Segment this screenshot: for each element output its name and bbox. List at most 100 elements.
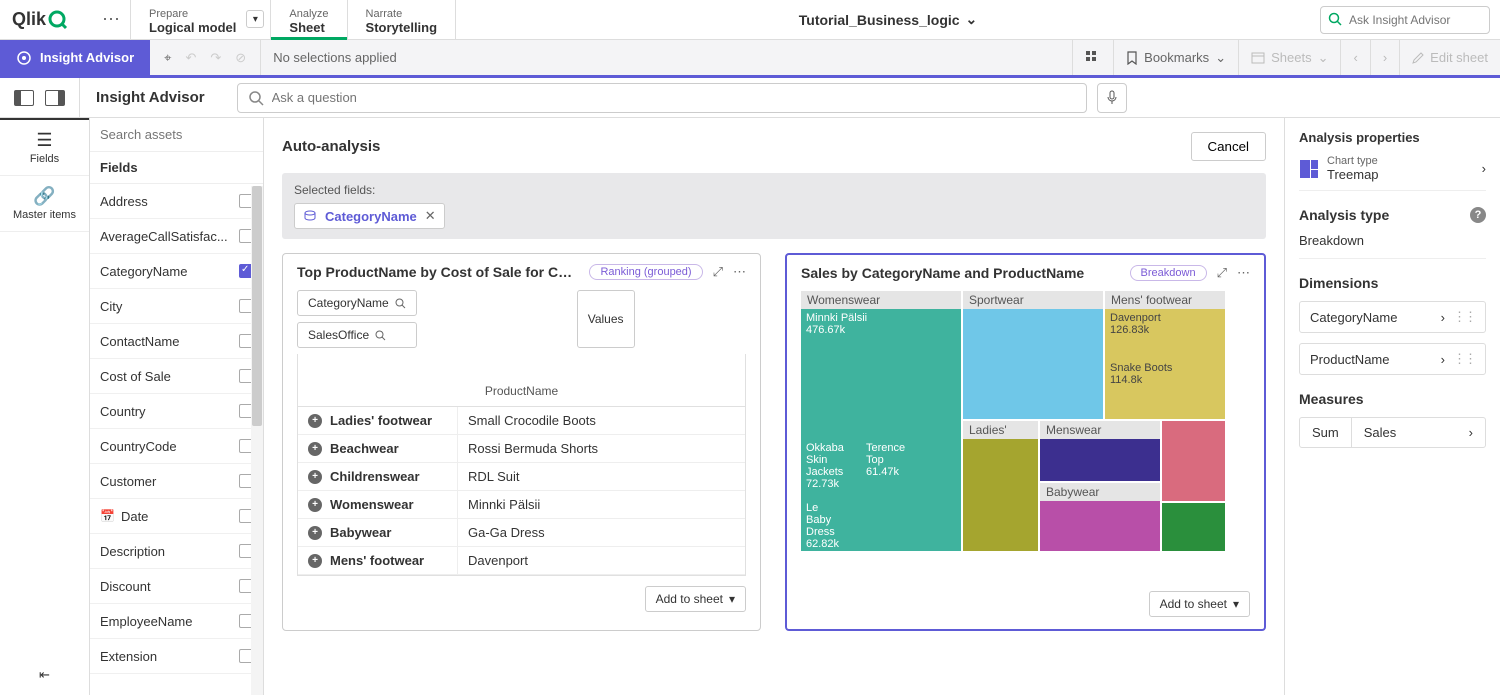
question-input[interactable] [272, 90, 1076, 105]
asset-row[interactable]: Country [90, 394, 263, 429]
step-forward-icon[interactable]: ↷ [210, 50, 221, 66]
expand-row-icon[interactable]: + [308, 442, 322, 456]
asset-row[interactable]: CountryCode [90, 429, 263, 464]
analysis-card-ranking: Top ProductName by Cost of Sale for Cate… [282, 253, 761, 631]
clear-selections-icon[interactable]: ⊘ [235, 50, 246, 66]
asset-row[interactable]: ContactName [90, 324, 263, 359]
chevron-down-icon[interactable]: ▾ [246, 10, 264, 28]
more-icon[interactable]: ⋯ [1237, 265, 1250, 281]
dim-chip-values[interactable]: Values [577, 290, 635, 348]
asset-label: Cost of Sale [100, 369, 233, 384]
remove-chip-button[interactable]: ✕ [425, 208, 436, 224]
insight-advisor-button[interactable]: Insight Advisor [0, 40, 150, 75]
tab-prepare[interactable]: Prepare Logical model ▾ [131, 0, 271, 39]
smart-search-icon[interactable]: ⌖ [164, 50, 171, 66]
table-row[interactable]: +BabywearGa-Ga Dress [298, 519, 745, 547]
toggle-right-panel[interactable] [45, 90, 65, 106]
expand-icon[interactable]: ⤢ [713, 264, 723, 280]
page-title: Insight Advisor [80, 89, 221, 106]
table-row[interactable]: +WomenswearMinnki Pälsii [298, 491, 745, 519]
step-back-icon[interactable]: ↶ [185, 50, 196, 66]
content-area: Auto-analysis Cancel Selected fields: Ca… [264, 118, 1284, 695]
tm-cell-lebaby[interactable]: Le Baby Dress 62.82k [801, 499, 851, 551]
table-row[interactable]: +Mens' footwearDavenport [298, 547, 745, 575]
table-row[interactable]: +BeachwearRossi Bermuda Shorts [298, 435, 745, 463]
asset-row[interactable]: Extension [90, 639, 263, 674]
microphone-button[interactable] [1097, 83, 1127, 113]
logo[interactable]: Qlik [0, 9, 92, 30]
asset-row[interactable]: Cost of Sale [90, 359, 263, 394]
drag-handle-icon[interactable]: ⋮⋮ [1453, 351, 1475, 367]
dim-chip-categoryname[interactable]: CategoryName [297, 290, 417, 316]
asset-label: CategoryName [100, 264, 233, 279]
asset-row[interactable]: Discount [90, 569, 263, 604]
asset-label: Description [100, 544, 233, 559]
selected-fields-bar: Selected fields: CategoryName ✕ [282, 173, 1266, 239]
tm-cell-davenport[interactable]: Davenport 126.83k [1105, 309, 1195, 359]
asset-label: Date [121, 509, 233, 524]
topbar-search [1320, 6, 1490, 34]
treemap-chart[interactable]: Womenswear Minnki Pälsii 476.67k Okkaba … [801, 291, 1250, 581]
measure-sales[interactable]: Sum Sales› [1299, 417, 1486, 448]
selections-tool-icon[interactable] [1072, 40, 1113, 75]
global-menu-button[interactable]: ⋯ [92, 9, 130, 30]
asset-row[interactable]: 📅Date [90, 499, 263, 534]
asset-row[interactable]: Description [90, 534, 263, 569]
asset-row[interactable]: City [90, 289, 263, 324]
bookmarks-button[interactable]: Bookmarks ⌄ [1113, 40, 1238, 75]
chevron-down-icon[interactable]: ⌄ [966, 11, 978, 28]
chart-type-row[interactable]: Chart typeTreemap › [1299, 155, 1486, 191]
add-to-sheet-button-2[interactable]: Add to sheet▾ [1149, 591, 1250, 617]
next-sheet-button[interactable]: › [1370, 40, 1399, 75]
cancel-button[interactable]: Cancel [1191, 132, 1267, 161]
asset-row[interactable]: EmployeeName [90, 604, 263, 639]
assets-header: Fields [90, 152, 263, 184]
asset-row[interactable]: AverageCallSatisfac... [90, 219, 263, 254]
table-row[interactable]: +Ladies' footwearSmall Crocodile Boots [298, 407, 745, 435]
edit-sheet-button[interactable]: Edit sheet [1399, 40, 1500, 75]
tab-analyze[interactable]: Analyze Sheet [271, 0, 347, 39]
tm-cell-okkaba[interactable]: Okkaba Skin Jackets 72.73k [801, 439, 861, 499]
assets-search-input[interactable] [90, 118, 263, 152]
rail-fields[interactable]: ☰ Fields [0, 118, 89, 176]
tm-cell-snake[interactable]: Snake Boots 114.8k [1105, 359, 1195, 404]
dimension-categoryname[interactable]: CategoryName›⋮⋮ [1299, 301, 1486, 333]
drag-handle-icon[interactable]: ⋮⋮ [1453, 309, 1475, 325]
asset-label: EmployeeName [100, 614, 233, 629]
help-icon[interactable]: ? [1470, 207, 1486, 223]
insight-search-input[interactable] [1320, 6, 1490, 34]
asset-row[interactable]: Address [90, 184, 263, 219]
expand-icon[interactable]: ⤢ [1217, 265, 1227, 281]
collapse-rail-button[interactable]: ⇤ [27, 655, 62, 695]
dimension-productname[interactable]: ProductName›⋮⋮ [1299, 343, 1486, 375]
prev-sheet-button[interactable]: ‹ [1340, 40, 1369, 75]
dim-chip-salesoffice[interactable]: SalesOffice [297, 322, 417, 348]
expand-row-icon[interactable]: + [308, 554, 322, 568]
tm-cell-terence[interactable]: Terence Top 61.47k [861, 439, 911, 499]
toolbar: Insight Advisor ⌖ ↶ ↷ ⊘ No selections ap… [0, 40, 1500, 78]
expand-row-icon[interactable]: + [308, 414, 322, 428]
analysis-properties-panel: Analysis properties Chart typeTreemap › … [1284, 118, 1500, 695]
rail-master-items[interactable]: 🔗 Master items [0, 176, 89, 232]
expand-row-icon[interactable]: + [308, 526, 322, 540]
toggle-left-panel[interactable] [14, 90, 34, 106]
table-row[interactable]: +ChildrenswearRDL Suit [298, 463, 745, 491]
chevron-down-icon: ⌄ [1215, 50, 1226, 66]
sheets-button[interactable]: Sheets ⌄ [1238, 40, 1340, 75]
assets-scrollbar[interactable] [251, 186, 263, 695]
asset-row[interactable]: Customer [90, 464, 263, 499]
more-icon[interactable]: ⋯ [733, 264, 746, 280]
app-title[interactable]: Tutorial_Business_logic ⌄ [456, 11, 1320, 28]
add-to-sheet-button-1[interactable]: Add to sheet▾ [645, 586, 746, 612]
tab-narrate[interactable]: Narrate Storytelling [348, 0, 457, 39]
tm-header-mensfoot: Mens' footwear [1105, 291, 1225, 309]
tm-cell-minnki[interactable]: Minnki Pälsii 476.67k [801, 309, 961, 439]
topbar: Qlik ⋯ Prepare Logical model ▾ Analyze S… [0, 0, 1500, 40]
expand-row-icon[interactable]: + [308, 470, 322, 484]
link-icon: 🔗 [0, 186, 89, 207]
asset-row[interactable]: CategoryName [90, 254, 263, 289]
asset-label: Discount [100, 579, 233, 594]
expand-row-icon[interactable]: + [308, 498, 322, 512]
fields-icon: ☰ [0, 130, 89, 151]
bookmark-icon [1126, 51, 1138, 65]
